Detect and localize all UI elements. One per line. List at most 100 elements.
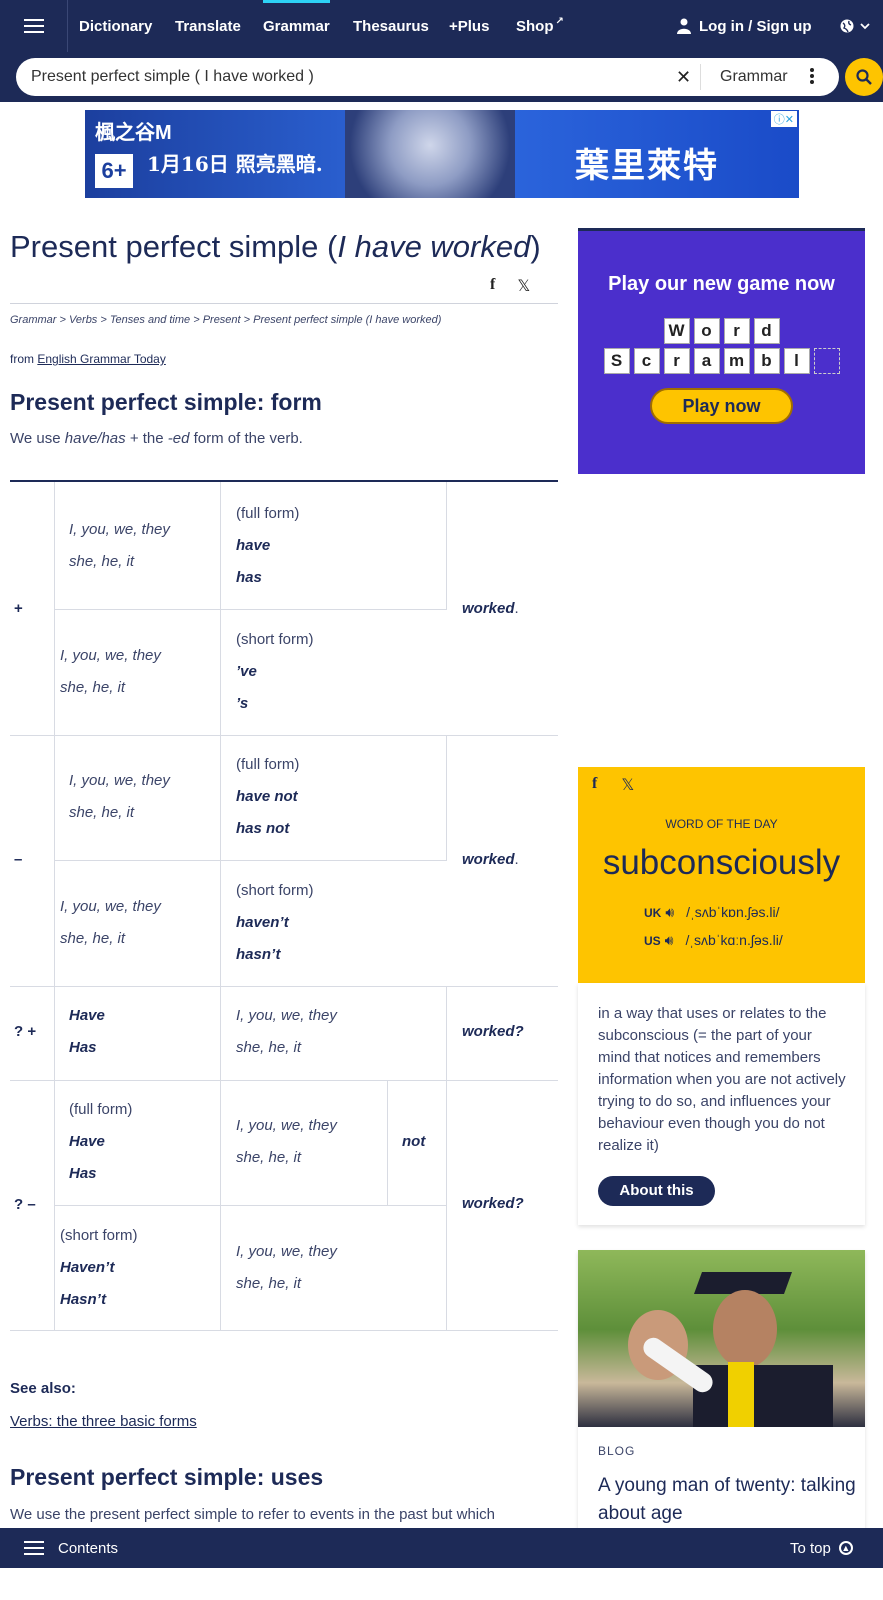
uses-text: We use the present perfect simple to ref… (10, 1506, 495, 1523)
letter-tile: r (723, 318, 750, 344)
divider (700, 64, 701, 90)
ad-banner[interactable]: 楓之谷M 6+ 1月16日 照亮黑暗. 葉里萊特 ⓘ✕ (85, 110, 799, 198)
table-cell-not: not (402, 1126, 425, 1158)
table-cell-pronouns: I, you, we, they she, he, it (60, 640, 161, 704)
about-this-button[interactable]: About this (598, 1176, 715, 1206)
form-word: has (236, 569, 262, 586)
intro-part: form of the verb. (193, 430, 303, 447)
login-link[interactable]: Log in / Sign up (677, 0, 811, 52)
letter-tile: o (693, 318, 720, 344)
divider (10, 303, 558, 304)
verb-word: worked? (462, 1023, 524, 1040)
section-heading-form: Present perfect simple: form (10, 389, 322, 415)
nav-grammar[interactable]: Grammar (263, 0, 330, 52)
search-button[interactable] (845, 58, 883, 96)
table-cell-verb: worked? (462, 1016, 524, 1048)
section-heading-uses: Present perfect simple: uses (10, 1464, 324, 1490)
game-ad[interactable]: Play our new game now W o r d S c r a m … (578, 228, 865, 474)
nav-shop[interactable]: Shop ↗ (516, 0, 564, 52)
see-also-link[interactable]: Verbs: the three basic forms (10, 1413, 197, 1430)
pronoun-text: she, he, it (236, 1275, 302, 1292)
table-cell-verb: worked. (462, 851, 519, 868)
to-top-label: To top (790, 1539, 831, 1557)
form-word: haven’t (236, 914, 289, 931)
nav-plus[interactable]: +Plus (449, 0, 489, 52)
form-label: (short form) (60, 1227, 138, 1244)
nav-dictionary[interactable]: Dictionary (79, 0, 152, 52)
breadcrumb[interactable]: Grammar > Verbs > Tenses and time > Pres… (10, 314, 441, 326)
pronoun-text: she, he, it (69, 804, 135, 821)
table-cell-forms: (full form) have has (236, 498, 299, 594)
user-icon (677, 18, 691, 34)
search-input[interactable] (31, 58, 671, 96)
play-now-button[interactable]: Play now (650, 388, 793, 424)
sign-positive: + (14, 600, 23, 617)
see-also-label: See also: (10, 1380, 76, 1397)
nav-thesaurus[interactable]: Thesaurus (353, 0, 429, 52)
letter-tile: m (723, 348, 750, 374)
facebook-icon[interactable]: f (592, 775, 597, 795)
share-links: f 𝕏 (490, 276, 530, 296)
table-cell-pronouns: I, you, we, they she, he, it (236, 1000, 337, 1064)
more-options-icon[interactable] (810, 68, 814, 86)
list-icon (24, 1541, 44, 1555)
verb-word: worked (462, 851, 515, 868)
facebook-icon[interactable]: f (490, 276, 495, 296)
clear-search-icon[interactable]: ✕ (676, 67, 691, 88)
pronunciation-us: US 🔊︎ /ˌsʌbˈkɑːn.ʃəs.li/ (644, 932, 783, 949)
search-box: ✕ Grammar (16, 58, 839, 96)
dataset-selector[interactable]: Grammar (720, 58, 788, 96)
not-word: not (402, 1133, 426, 1150)
blog-card[interactable]: BLOG A young man of twenty: talking abou… (578, 1250, 865, 1530)
ipa-text: /ˌsʌbˈkɒn.ʃəs.li/ (686, 904, 780, 920)
top-nav: Dictionary Translate Grammar Thesaurus +… (0, 0, 883, 52)
form-word: have not (236, 788, 298, 805)
speaker-icon[interactable]: 🔊︎ (665, 932, 674, 948)
wotd-label: WORD OF THE DAY (665, 817, 778, 831)
blog-label: BLOG (598, 1444, 636, 1458)
arrow-up-icon: ▲ (838, 1541, 853, 1555)
pronoun-text: I, you, we, they (69, 772, 170, 789)
intro-part: -ed (167, 430, 190, 447)
form-label: (full form) (69, 1101, 133, 1118)
wotd-word[interactable]: subconsciously (578, 843, 865, 883)
empty-tile (813, 348, 840, 374)
pronoun-text: I, you, we, they (236, 1117, 337, 1134)
pronoun-text: she, he, it (69, 553, 135, 570)
nav-grammar-label: Grammar (263, 17, 330, 35)
letter-tile: S (603, 348, 630, 374)
wotd-definition-card: in a way that uses or relates to the sub… (578, 983, 865, 1225)
source-line: from English Grammar Today (10, 352, 166, 366)
x-twitter-icon[interactable]: 𝕏 (517, 276, 530, 296)
search-icon (856, 69, 872, 85)
login-label: Log in / Sign up (699, 17, 812, 35)
menu-icon[interactable] (0, 0, 68, 52)
form-word: ’ve (236, 663, 257, 680)
ipa-text: /ˌsʌbˈkɑːn.ʃəs.li/ (685, 932, 783, 948)
word-of-the-day: f 𝕏 WORD OF THE DAY subconsciously UK 🔊︎ /… (578, 767, 865, 983)
blog-title[interactable]: A young man of twenty: talking about age (598, 1472, 858, 1528)
nav-translate[interactable]: Translate (175, 0, 241, 52)
speaker-icon[interactable]: 🔊︎ (665, 904, 674, 920)
language-selector[interactable] (840, 0, 870, 52)
intro-part: + the (129, 430, 164, 447)
source-link[interactable]: English Grammar Today (37, 352, 166, 366)
intro-part: We use (10, 430, 61, 447)
adchoices-icon[interactable]: ⓘ✕ (770, 111, 797, 127)
table-cell-verb: worked. (462, 600, 519, 617)
pronoun-text: I, you, we, they (60, 647, 161, 664)
form-word: has not (236, 820, 290, 837)
contents-button[interactable]: Contents (24, 1528, 118, 1568)
table-cell-verb: worked? (462, 1188, 524, 1220)
x-twitter-icon[interactable]: 𝕏 (621, 775, 634, 795)
verb-word: worked? (462, 1195, 524, 1212)
pronoun-text: I, you, we, they (60, 898, 161, 915)
table-cell-pronouns: I, you, we, they she, he, it (236, 1110, 337, 1174)
table-cell-auxiliary: (full form) Have Has (69, 1094, 132, 1190)
letter-tile: d (753, 318, 780, 344)
table-cell-pronouns: I, you, we, they she, he, it (69, 765, 170, 829)
form-word: ’s (236, 695, 249, 712)
pronoun-text: I, you, we, they (236, 1007, 337, 1024)
to-top-button[interactable]: To top ▲ (790, 1528, 853, 1568)
letter-tile: W (663, 318, 690, 344)
